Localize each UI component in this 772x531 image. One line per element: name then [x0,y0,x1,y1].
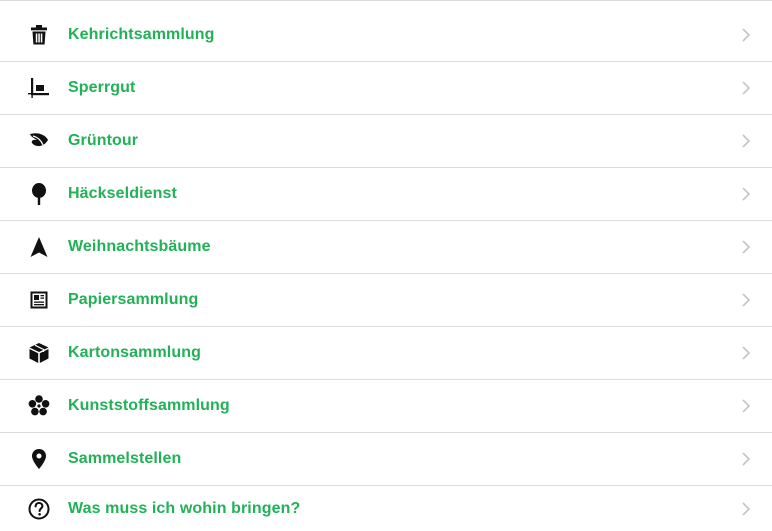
list-item-papiersammlung[interactable]: Papiersammlung [0,274,772,327]
chevron-right-icon [740,450,752,468]
chevron-right-icon [740,185,752,203]
list-item-gruentour[interactable]: Grüntour [0,115,772,168]
chevron-right-icon [740,26,752,44]
trash-icon [26,22,52,48]
chevron-right-icon [740,132,752,150]
chevron-right-icon [740,238,752,256]
chevron-right-icon [740,291,752,309]
list-item-kehrichtsammlung[interactable]: Kehrichtsammlung [0,9,772,62]
map-pin-icon [26,446,52,472]
list-item-label: Papiersammlung [68,291,199,308]
chevron-right-icon [740,79,752,97]
list-item-label: Sperrgut [68,79,136,96]
question-circle-icon [26,496,52,522]
list-item-weihnachtsbaeume[interactable]: Weihnachtsbäume [0,221,772,274]
chevron-right-icon [740,397,752,415]
list-item-sammelstellen[interactable]: Sammelstellen [0,433,772,486]
menu-list: Kehrichtsammlung Sperrgut Grüntour Häcks… [0,0,772,530]
crop-icon [26,75,52,101]
list-item-label: Kunststoffsammlung [68,397,230,414]
list-item-label: Kartonsammlung [68,344,201,361]
list-item-label: Sammelstellen [68,450,182,467]
list-item-haeckseldienst[interactable]: Häckseldienst [0,168,772,221]
leaf-icon [26,128,52,154]
list-item-was-muss-ich-wohin-bringen[interactable]: Was muss ich wohin bringen? [0,486,772,531]
chevron-right-icon [740,500,752,518]
list-item-label: Weihnachtsbäume [68,238,211,255]
list-item-label: Grüntour [68,132,139,149]
list-item-kunststoffsammlung[interactable]: Kunststoffsammlung [0,380,772,433]
list-item-label: Was muss ich wohin bringen? [68,499,301,517]
box-icon [26,340,52,366]
list-item-label: Kehrichtsammlung [68,26,215,43]
list-item-kartonsammlung[interactable]: Kartonsammlung [0,327,772,380]
newspaper-icon [26,287,52,313]
chevron-right-icon [740,344,752,362]
flower-icon [26,393,52,419]
list-item-label: Häckseldienst [68,185,177,202]
tree-icon [26,181,52,207]
list-item-sperrgut[interactable]: Sperrgut [0,62,772,115]
navigation-arrow-icon [26,234,52,260]
